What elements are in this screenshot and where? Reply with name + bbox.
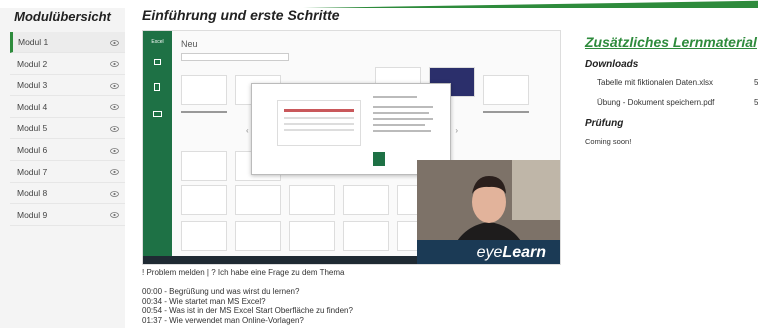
eye-icon[interactable] <box>109 54 119 75</box>
module-item[interactable]: Modul 5 <box>10 118 125 140</box>
excel-template-search <box>181 53 289 61</box>
template-tile <box>343 185 389 215</box>
template-tile <box>289 221 335 251</box>
chevron-left-icon: ‹ <box>246 126 249 135</box>
module-label: Modul 8 <box>17 188 48 199</box>
eye-icon[interactable] <box>109 205 119 226</box>
module-item[interactable]: Modul 1 <box>10 32 125 53</box>
chapter-list: 00:00 - Begrüßung und was wirst du lerne… <box>142 287 353 325</box>
sheet-row <box>284 117 354 119</box>
excel-rail-label: Excel <box>151 39 164 45</box>
download-link-xlsx[interactable]: Tabelle mit fiktionalen Daten.xlsx <box>597 78 713 87</box>
chapter-item[interactable]: 01:37 - Wie verwendet man Online-Vorlage… <box>142 316 353 326</box>
module-item[interactable]: Modul 9 <box>10 205 125 226</box>
module-item[interactable]: Modul 8 <box>10 183 125 205</box>
template-tile <box>181 75 227 105</box>
module-label: Modul 9 <box>17 209 48 220</box>
downloads-heading: Downloads <box>585 59 639 70</box>
excel-screen-heading: Neu <box>181 39 198 49</box>
preview-text-line <box>373 112 429 114</box>
preview-title-line <box>373 96 417 98</box>
sidebar-title: Modulübersicht <box>14 9 111 24</box>
new-file-icon <box>154 83 160 91</box>
chapter-item[interactable]: 00:34 - Wie startet man MS Excel? <box>142 297 353 307</box>
preview-text-line <box>373 118 433 120</box>
template-tile <box>289 185 335 215</box>
module-label: Modul 3 <box>17 80 48 91</box>
eye-icon[interactable] <box>109 183 119 204</box>
eyelearn-logo: eyeLearn <box>476 244 546 261</box>
preview-text-line <box>373 124 425 126</box>
open-folder-icon <box>153 111 162 117</box>
template-caption <box>483 111 529 113</box>
eye-icon[interactable] <box>109 32 119 53</box>
sheet-row <box>284 123 354 125</box>
module-label: Modul 1 <box>18 37 49 47</box>
module-label: Modul 2 <box>17 58 48 69</box>
exam-heading: Prüfung <box>585 118 624 129</box>
template-tile <box>343 221 389 251</box>
learning-material-title: Zusätzliches Lernmaterial <box>585 34 757 50</box>
download-size: 5 <box>754 78 758 87</box>
exam-status-text: Coming soon! <box>585 137 632 146</box>
download-link-pdf[interactable]: Übung - Dokument speichern.pdf <box>597 98 714 107</box>
template-tile <box>181 185 227 215</box>
template-preview-sheet <box>277 100 361 146</box>
template-tile <box>181 151 227 181</box>
chevron-right-icon: › <box>455 126 458 135</box>
sheet-row <box>284 129 354 131</box>
create-button <box>373 152 385 166</box>
report-problem-links[interactable]: ! Problem melden | ? Ich habe eine Frage… <box>142 268 344 277</box>
page-title: Einführung und erste Schritte <box>142 7 340 23</box>
webcam-overlay: eyeLearn <box>417 160 560 264</box>
module-item[interactable]: Modul 3 <box>10 75 125 97</box>
module-label: Modul 7 <box>17 166 48 177</box>
template-tile <box>235 185 281 215</box>
eye-icon[interactable] <box>109 162 119 183</box>
download-size: 5 <box>754 98 758 107</box>
preview-text-line <box>373 106 433 108</box>
module-label: Modul 6 <box>17 145 48 155</box>
eye-icon[interactable] <box>109 118 119 139</box>
module-label: Modul 5 <box>17 123 48 134</box>
module-item[interactable]: Modul 6 <box>10 140 125 161</box>
home-icon <box>154 59 161 65</box>
chapter-item[interactable]: 00:00 - Begrüßung und was wirst du lerne… <box>142 287 353 297</box>
module-label: Modul 4 <box>17 101 48 112</box>
module-item[interactable]: Modul 7 <box>10 162 125 183</box>
excel-side-rail: Excel <box>143 31 172 264</box>
module-item[interactable]: Modul 2 <box>10 54 125 75</box>
chapter-item[interactable]: 00:54 - Was ist in der MS Excel Start Ob… <box>142 306 353 316</box>
template-caption <box>181 111 227 113</box>
eye-icon[interactable] <box>109 97 119 118</box>
module-item[interactable]: Modul 4 <box>10 97 125 118</box>
sheet-header-bar <box>284 109 354 112</box>
eye-icon[interactable] <box>109 140 119 161</box>
template-tile <box>235 221 281 251</box>
template-tile <box>181 221 227 251</box>
template-tile <box>483 75 529 105</box>
eye-icon[interactable] <box>109 75 119 96</box>
preview-text-line <box>373 130 431 132</box>
video-player[interactable]: Excel Neu ‹ › eyeLearn <box>142 30 561 265</box>
